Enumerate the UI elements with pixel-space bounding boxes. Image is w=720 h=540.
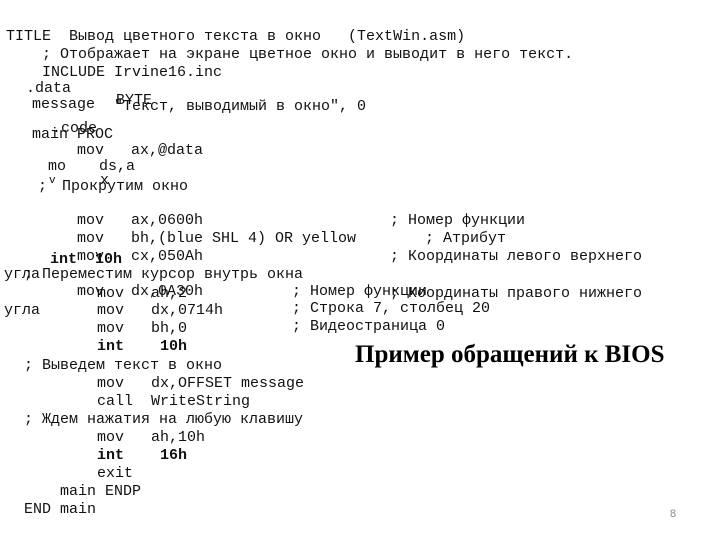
code-mov-ah-10h: mov ah,10h (97, 429, 206, 446)
code-mov-bh-0: mov bh,0 (97, 320, 188, 337)
slide-heading: Пример обращений к BIOS (355, 341, 665, 368)
code-comment-wait-key: ; Ждем нажатия на любую клавишу (24, 411, 304, 428)
code-corner-word-2: угла (4, 302, 41, 319)
code-mov-bh-attr: mov bh,(blue SHL 4) OR yellow (77, 230, 357, 247)
code-int-10h-val: 10h (160, 338, 188, 355)
code-call-writestring: call WriteString (97, 393, 251, 410)
code-mov-ds-frag-v: v (49, 175, 56, 187)
code-comment-intro: ; Отображает на экране цветное окно и вы… (42, 46, 574, 63)
code-comment-func-no: ; Номер функции (390, 212, 526, 229)
code-comment-attr: ; Атрибут (425, 230, 507, 247)
code-title-line: TITLE Вывод цветного текста в окно (Text… (6, 28, 466, 45)
code-comment-row-col: ; Строка 7, столбец 20 (292, 300, 491, 317)
code-end-main: END main (24, 501, 97, 518)
code-mov-dx-0714: mov dx,0714h (97, 302, 224, 319)
code-mov-ah-2: mov ah,2 (97, 285, 188, 302)
code-mov-dx-offset: mov dx,OFFSET message (97, 375, 305, 392)
code-int-16h-val: 16h (160, 447, 188, 464)
code-int-kw-2: int (97, 447, 125, 464)
code-exit-line: exit (97, 465, 134, 482)
code-comment-output-text: ; Выведем текст в окно (24, 357, 223, 374)
code-comment-move-cursor: ; Переместим курсор внутрь окна (24, 266, 304, 283)
code-main-endp: main ENDP (60, 483, 142, 500)
code-mov-ax-data: mov ax,@data (77, 142, 204, 159)
code-int-kw-1: int (97, 338, 125, 355)
code-message-label: message (32, 96, 96, 113)
page-number: 8 (670, 508, 677, 520)
code-mov-ax-0600: mov ax,0600h (77, 212, 204, 229)
code-comment-video-page: ; Видеостраница 0 (292, 318, 446, 335)
code-comment-scroll-semicolon: ; (38, 178, 48, 195)
code-comment-upper-left: ; Координаты левого верхнего (390, 248, 643, 265)
code-message-string: "Текст, выводимый в окно", 0 (114, 98, 367, 115)
code-comment-scroll: Прокрутим окно (62, 178, 189, 195)
